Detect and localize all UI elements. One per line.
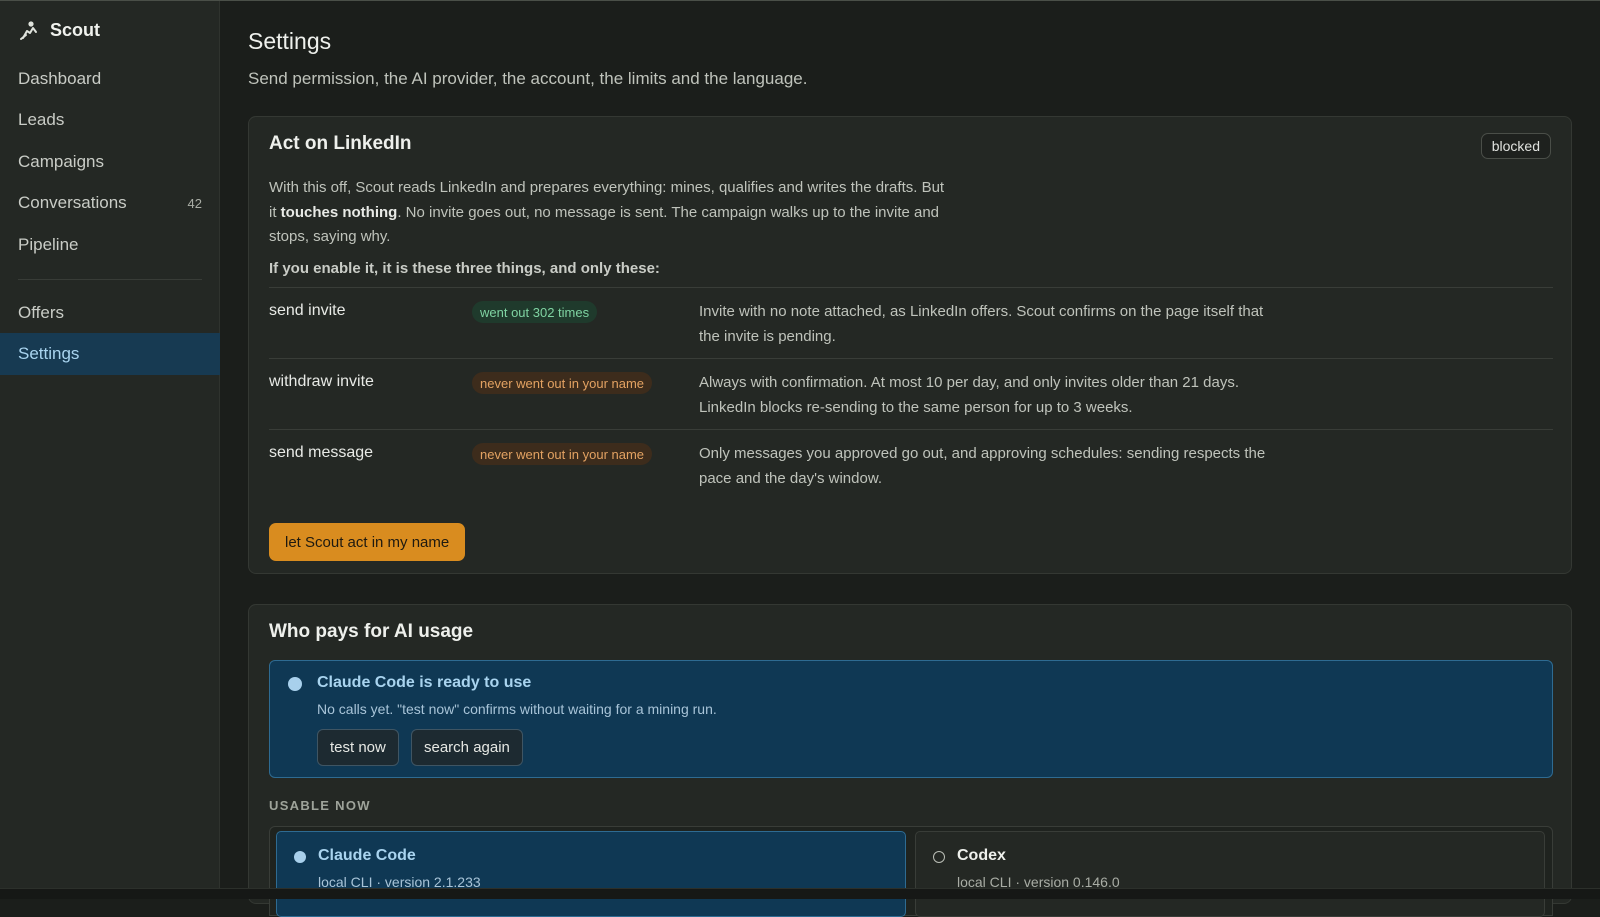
sidebar-item-label: Leads — [18, 110, 65, 129]
app-name: Scout — [50, 19, 101, 40]
sidebar-item-label: Conversations — [18, 193, 127, 212]
permission-name: send invite — [269, 302, 346, 319]
bottom-bar — [0, 888, 1600, 899]
provider-status-subtitle: No calls yet. "test now" confirms withou… — [317, 701, 717, 717]
permission-row-withdraw-invite: withdraw invite never went out in your n… — [269, 358, 1553, 430]
permission-description: Invite with no note attached, as LinkedI… — [699, 303, 1264, 345]
conversations-count-badge: 42 — [187, 195, 202, 211]
permission-name: send message — [269, 444, 374, 461]
permission-status-pill: never went out in your name — [472, 443, 653, 465]
card-title: Act on LinkedIn — [269, 133, 412, 154]
sidebar-item-label: Dashboard — [18, 69, 102, 88]
provider-option-claude-code[interactable]: Claude Code local CLI · version 2.1.233 — [276, 831, 906, 917]
page-subtitle: Send permission, the AI provider, the ac… — [248, 69, 808, 88]
provider-name: Claude Code — [318, 847, 416, 864]
sidebar-item-label: Campaigns — [18, 152, 104, 171]
sidebar-item-offers[interactable]: Offers — [0, 292, 220, 334]
brand[interactable]: Scout — [18, 19, 100, 41]
provider-option-codex[interactable]: Codex local CLI · version 0.146.0 — [915, 831, 1545, 917]
sidebar-item-label: Pipeline — [18, 235, 79, 254]
permission-description: Only messages you approved go out, and a… — [699, 445, 1266, 487]
card-description: With this off, Scout reads LinkedIn and … — [269, 179, 945, 245]
sidebar-item-label: Settings — [18, 344, 80, 363]
permission-row-send-message: send message never went out in your name… — [269, 429, 1553, 501]
sidebar-item-dashboard[interactable]: Dashboard — [0, 58, 220, 100]
scout-logo-icon — [20, 21, 37, 40]
test-now-button[interactable]: test now — [317, 729, 399, 766]
provider-options: Claude Code local CLI · version 2.1.233 … — [269, 826, 1553, 917]
card-title: Who pays for AI usage — [269, 621, 474, 642]
emphasis-text: touches nothing — [280, 203, 398, 221]
provider-status-title: Claude Code is ready to use — [317, 674, 532, 691]
permission-row-send-invite: send invite went out 302 times Invite wi… — [269, 287, 1553, 359]
ai-provider-card: Who pays for AI usage Claude Code is rea… — [248, 604, 1572, 917]
permissions-lead: If you enable it, it is these three thin… — [269, 260, 660, 277]
sidebar-item-campaigns[interactable]: Campaigns — [0, 141, 220, 183]
provider-status-box: Claude Code is ready to use No calls yet… — [269, 660, 1553, 778]
sidebar-item-pipeline[interactable]: Pipeline — [0, 224, 220, 266]
usable-now-label: USABLE NOW — [269, 798, 371, 813]
sidebar-item-settings[interactable]: Settings — [0, 333, 220, 375]
enable-act-button[interactable]: let Scout act in my name — [269, 523, 466, 561]
radio-empty-icon — [933, 851, 945, 863]
sidebar-divider — [18, 279, 202, 280]
main-content: Settings Send permission, the AI provide… — [220, 1, 1600, 917]
sidebar-item-conversations[interactable]: Conversations 42 — [0, 182, 220, 224]
radio-selected-icon — [294, 851, 306, 863]
status-dot-icon — [288, 677, 302, 691]
permission-name: withdraw invite — [269, 373, 374, 390]
provider-name: Codex — [957, 847, 1006, 864]
sidebar-item-label: Offers — [18, 303, 64, 322]
search-again-button[interactable]: search again — [411, 729, 523, 766]
sidebar-item-leads[interactable]: Leads — [0, 99, 220, 141]
status-badge: blocked — [1480, 133, 1551, 159]
permission-description: Always with confirmation. At most 10 per… — [699, 374, 1239, 416]
linkedin-permission-card: Act on LinkedIn blocked With this off, S… — [248, 116, 1572, 574]
permission-status-pill: went out 302 times — [472, 301, 598, 323]
permission-status-pill: never went out in your name — [472, 372, 653, 394]
page-title: Settings — [248, 28, 332, 54]
sidebar: Scout Dashboard Leads Campaigns Conversa… — [0, 1, 220, 888]
